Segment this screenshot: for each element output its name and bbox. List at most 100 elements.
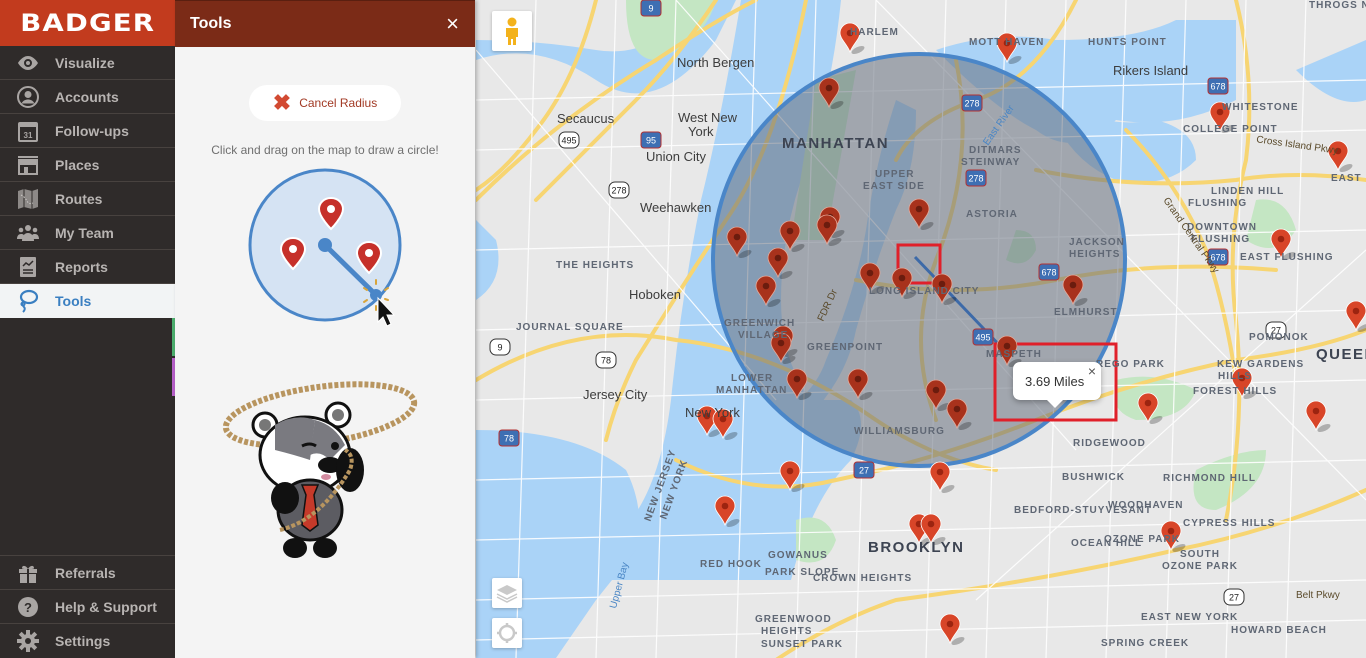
cancel-radius-label: Cancel Radius [299, 96, 378, 110]
sidebar-item-label: Routes [55, 190, 103, 207]
sidebar-item-follow-ups[interactable]: 31 Follow-ups [0, 114, 175, 148]
map-label: REGO PARK [1096, 359, 1165, 370]
highway-shield: 678 [1207, 77, 1229, 95]
map-label: West New [678, 110, 737, 125]
gear-icon [0, 629, 55, 653]
distance-text: 3.69 Miles [1025, 373, 1085, 389]
sidebar-item-referrals[interactable]: Referrals [0, 556, 175, 590]
account-circle-icon [0, 85, 55, 109]
map-label: MANHATTAN [716, 385, 788, 396]
map-label: HARLEM [850, 27, 899, 38]
illustration-handle-dot [370, 289, 382, 301]
gift-icon [0, 561, 55, 585]
map-label: GREENWOOD [755, 614, 832, 625]
map-label: FLUSHING [1188, 198, 1248, 209]
svg-text:278: 278 [968, 174, 983, 184]
map-label: QUEENS [1316, 346, 1366, 363]
close-icon[interactable]: × [446, 13, 459, 35]
map-label: Union City [646, 149, 706, 164]
svg-text:27: 27 [1229, 593, 1239, 603]
report-icon [0, 255, 55, 279]
map-label: SUNSET PARK [761, 639, 843, 650]
badger-logo[interactable]: BADGER [0, 0, 175, 46]
map-label: MOTT HAVEN [969, 37, 1045, 48]
eye-icon [0, 51, 55, 75]
map-label: VILLAGE [738, 330, 789, 341]
sidebar-item-label: Follow-ups [55, 122, 129, 139]
sidebar-item-label: Settings [55, 633, 111, 649]
crosshair-icon [497, 623, 517, 643]
map-label: COLLEGE POINT [1183, 124, 1278, 135]
svg-text:31: 31 [23, 131, 32, 140]
sidebar-item-routes[interactable]: Routes [0, 182, 175, 216]
sidebar-item-my-team[interactable]: My Team [0, 216, 175, 250]
map-label: HUNTS POINT [1088, 37, 1167, 48]
map-label: CROWN HEIGHTS [813, 573, 913, 584]
map-label: SPRING CREEK [1101, 638, 1190, 649]
map-canvas[interactable]: 95 9 495 278 278 278 678 678 678 78 78 495 9 27 27 27 N… [476, 0, 1366, 658]
sidebar-item-label: Accounts [55, 88, 119, 105]
map-label: THE HEIGHTS [556, 260, 635, 271]
sidebar-item-settings[interactable]: Settings [0, 624, 175, 658]
svg-text:?: ? [24, 600, 32, 615]
sidebar-item-reports[interactable]: Reports [0, 250, 175, 284]
x-icon: ✖ [272, 90, 292, 115]
pegman-icon [506, 17, 518, 45]
map-label: JOURNAL SQUARE [516, 322, 624, 333]
map-label: CYPRESS HILLS [1183, 518, 1276, 529]
map-label: BROOKLYN [868, 539, 965, 556]
map-label: SOUTH [1180, 549, 1220, 560]
map-label: RED HOOK [700, 559, 762, 570]
illustration-center-dot [318, 238, 332, 252]
svg-text:9: 9 [497, 343, 502, 353]
map-label: Jersey City [583, 387, 648, 402]
badger-mascot-illustration [222, 381, 418, 558]
tools-header: Tools × [175, 0, 475, 47]
radius-illustration [248, 168, 402, 327]
map-label: GREENWICH [724, 318, 796, 329]
highway-shield: 27 [1223, 588, 1245, 606]
map-label: KEW GARDENS [1217, 359, 1305, 370]
sidebar-item-label: Referrals [55, 564, 116, 581]
sidebar-item-visualize[interactable]: Visualize [0, 46, 175, 80]
map-icon [0, 187, 55, 211]
layers-button[interactable] [492, 578, 522, 608]
highway-shield: 495 [558, 131, 580, 149]
map-label: North Bergen [677, 55, 755, 70]
map-label: Weehawken [640, 200, 712, 215]
map-label: EAST SIDE [863, 181, 925, 192]
cancel-radius-button[interactable]: ✖ Cancel Radius [249, 85, 401, 121]
layers-icon [496, 585, 518, 603]
map-label: EAST NEW YORK [1141, 612, 1239, 623]
map-label: EAST FLUSHING [1240, 252, 1334, 263]
sidebar-item-tools[interactable]: Tools [0, 284, 175, 318]
map-label: WOODHAVEN [1108, 500, 1184, 511]
map-label: GREENPOINT [807, 342, 884, 353]
map-label: DOWNTOWN [1187, 222, 1258, 233]
map-label: OZONE PARK [1104, 534, 1180, 545]
sidebar-item-help-support[interactable]: ? Help & Support [0, 590, 175, 624]
sidebar-item-label: Reports [55, 258, 108, 275]
map-label: FOREST HILLS [1193, 386, 1278, 397]
team-icon [0, 221, 55, 245]
sidebar-item-places[interactable]: Places [0, 148, 175, 182]
highway-shield: 27 [853, 461, 875, 479]
map-label: WILLIAMSBURG [854, 426, 945, 437]
tools-panel: Tools × ✖ Cancel Radius Click and drag o… [175, 0, 475, 658]
highway-shield: 78 [595, 351, 617, 369]
distance-info-popup: 3.69 Miles × [1013, 362, 1101, 408]
svg-text:678: 678 [1041, 268, 1056, 278]
highway-shield: 95 [640, 131, 662, 149]
sidebar-item-accounts[interactable]: Accounts [0, 80, 175, 114]
sidebar-item-label: Tools [55, 293, 92, 309]
close-icon[interactable]: × [1088, 363, 1096, 379]
sidebar-item-label: Visualize [55, 54, 115, 71]
map-label: ASTORIA [966, 209, 1018, 220]
my-location-button[interactable] [492, 618, 522, 648]
map-label: GOWANUS [768, 550, 828, 561]
map-label: LONG ISLAND CITY [869, 286, 980, 297]
map-label: THROGS NECK [1309, 0, 1366, 11]
street-view-pegman[interactable] [492, 11, 532, 51]
map-label: LOWER [731, 373, 774, 384]
map-label: HILLS [1218, 371, 1252, 382]
